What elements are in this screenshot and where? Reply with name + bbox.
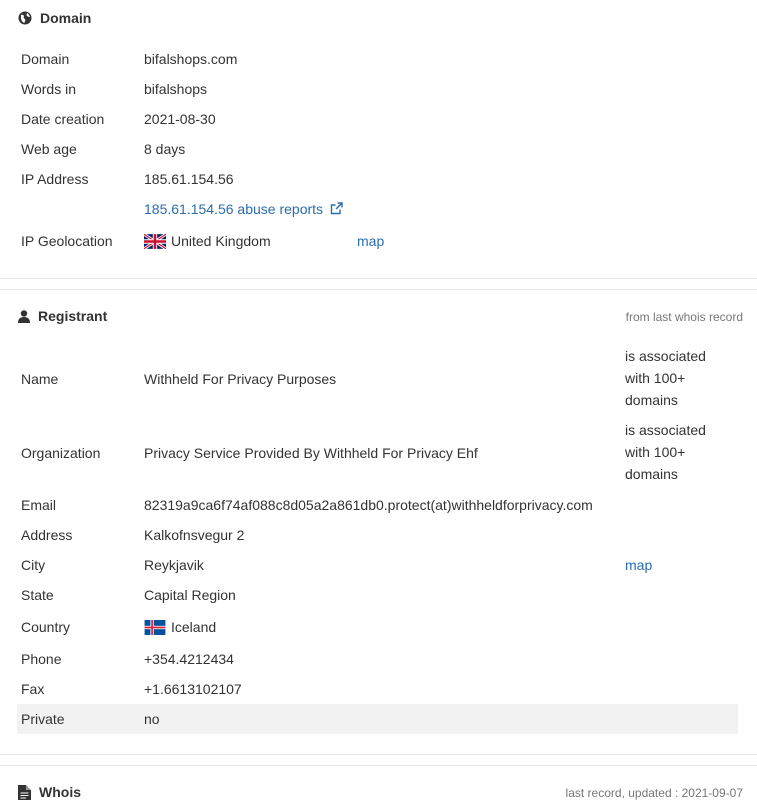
ip-geolocation-value: United Kingdom	[143, 226, 271, 259]
association-line: with 100+	[625, 444, 686, 460]
external-link-icon[interactable]	[330, 195, 343, 225]
registrant-name-row: Name Withheld For Privacy Purposes is as…	[21, 348, 743, 408]
row-label: Fax	[21, 681, 45, 697]
domain-row: Domain bifalshops.com	[21, 44, 743, 74]
association-line: is associated	[625, 422, 706, 438]
row-label: Address	[21, 527, 73, 543]
globe-icon	[18, 11, 32, 25]
registrant-country-value: Iceland	[144, 612, 216, 645]
row-label: City	[21, 557, 46, 573]
row-label: Country	[21, 619, 71, 635]
association-line: domains	[625, 392, 678, 408]
registrant-phone-row: Phone +354.4212434	[21, 644, 743, 674]
registrant-heading: Registrant	[18, 308, 107, 324]
row-label: State	[21, 587, 54, 603]
row-label: Phone	[21, 651, 62, 667]
ip-geolocation-row: IP Geolocation United Kingdom map	[21, 226, 743, 256]
registrant-state-value: Capital Region	[144, 587, 236, 603]
country-name: Iceland	[171, 619, 217, 635]
abuse-reports-wrap: 185.61.154.56 abuse reports	[144, 194, 343, 225]
association-line: with 100+	[625, 370, 686, 386]
uk-flag-icon	[143, 229, 167, 259]
domain-heading-title: Domain	[40, 10, 92, 26]
abuse-reports-link[interactable]: 185.61.154.56 abuse reports	[144, 201, 323, 217]
registrant-email-row: Email 82319a9ca6f74af088c8d05a2a861db0.p…	[21, 490, 743, 520]
iceland-flag-icon	[144, 615, 166, 645]
row-label: Date creation	[21, 111, 105, 127]
registrant-organization-link[interactable]: Privacy Service Provided By Withheld For…	[144, 438, 478, 468]
ip-address-link[interactable]: 185.61.154.56	[144, 164, 234, 194]
registrant-city-row: City Reykjavik map	[21, 550, 743, 580]
document-icon	[18, 784, 31, 800]
ip-geolocation-map-link[interactable]: map	[357, 226, 384, 256]
registrant-private-value: no	[144, 711, 160, 727]
web-age-value: 8 days	[144, 141, 186, 157]
row-label: Domain	[21, 51, 70, 67]
row-label: Private	[21, 711, 65, 727]
row-label: IP Geolocation	[21, 233, 113, 249]
association-line: domains	[625, 466, 678, 482]
registrant-name-link[interactable]: Withheld For Privacy Purposes	[144, 364, 336, 394]
abuse-reports-row: 185.61.154.56 abuse reports	[21, 194, 743, 224]
registrant-city-map-link[interactable]: map	[625, 550, 652, 580]
registrant-country-row: Country Iceland	[21, 612, 743, 642]
date-creation-row: Date creation 2021-08-30	[21, 104, 743, 134]
domain-value: bifalshops.com	[144, 51, 238, 67]
words-in-row: Words in bifalshops	[21, 74, 743, 104]
whois-note: last record, updated : 2021-09-07	[565, 786, 743, 800]
whois-panel: Whois last record, updated : 2021-09-07	[0, 765, 757, 810]
registrant-phone-value: +354.4212434	[144, 651, 234, 667]
row-label: Web age	[21, 141, 77, 157]
whois-heading-title: Whois	[39, 784, 81, 800]
registrant-fax-row: Fax +1.6613102107	[21, 674, 743, 704]
association-note: is associated with 100+ domains	[625, 419, 706, 485]
association-note: is associated with 100+ domains	[625, 345, 706, 411]
row-label: Email	[21, 497, 57, 513]
registrant-organization-row: Organization Privacy Service Provided By…	[21, 422, 743, 482]
ip-address-row: IP Address 185.61.154.56	[21, 164, 743, 194]
whois-heading: Whois	[18, 784, 81, 800]
row-label: IP Address	[21, 171, 89, 187]
row-label: Organization	[21, 445, 101, 461]
registrant-city-value: Reykjavik	[144, 557, 204, 573]
domain-panel: Domain Domain bifalshops.com Words in bi…	[0, 0, 757, 279]
registrant-address-row: Address Kalkofnsvegur 2	[21, 520, 743, 550]
registrant-address-value: Kalkofnsvegur 2	[144, 527, 245, 543]
registrant-panel: Registrant from last whois record Name W…	[0, 289, 757, 755]
words-in-value: bifalshops	[144, 81, 208, 97]
date-creation-value: 2021-08-30	[144, 111, 216, 127]
country-name: United Kingdom	[171, 233, 271, 249]
registrant-private-row: Private no	[17, 704, 738, 734]
registrant-state-row: State Capital Region	[21, 580, 743, 610]
registrant-fax-value: +1.6613102107	[144, 681, 242, 697]
domain-heading: Domain	[18, 10, 91, 26]
registrant-heading-title: Registrant	[38, 308, 108, 324]
association-line: is associated	[625, 348, 706, 364]
row-label: Words in	[21, 81, 76, 97]
user-icon	[18, 309, 30, 323]
registrant-note: from last whois record	[625, 310, 743, 324]
row-label: Name	[21, 371, 59, 387]
registrant-email-value: 82319a9ca6f74af088c8d05a2a861db0.protect…	[144, 497, 593, 513]
web-age-row: Web age 8 days	[21, 134, 743, 164]
